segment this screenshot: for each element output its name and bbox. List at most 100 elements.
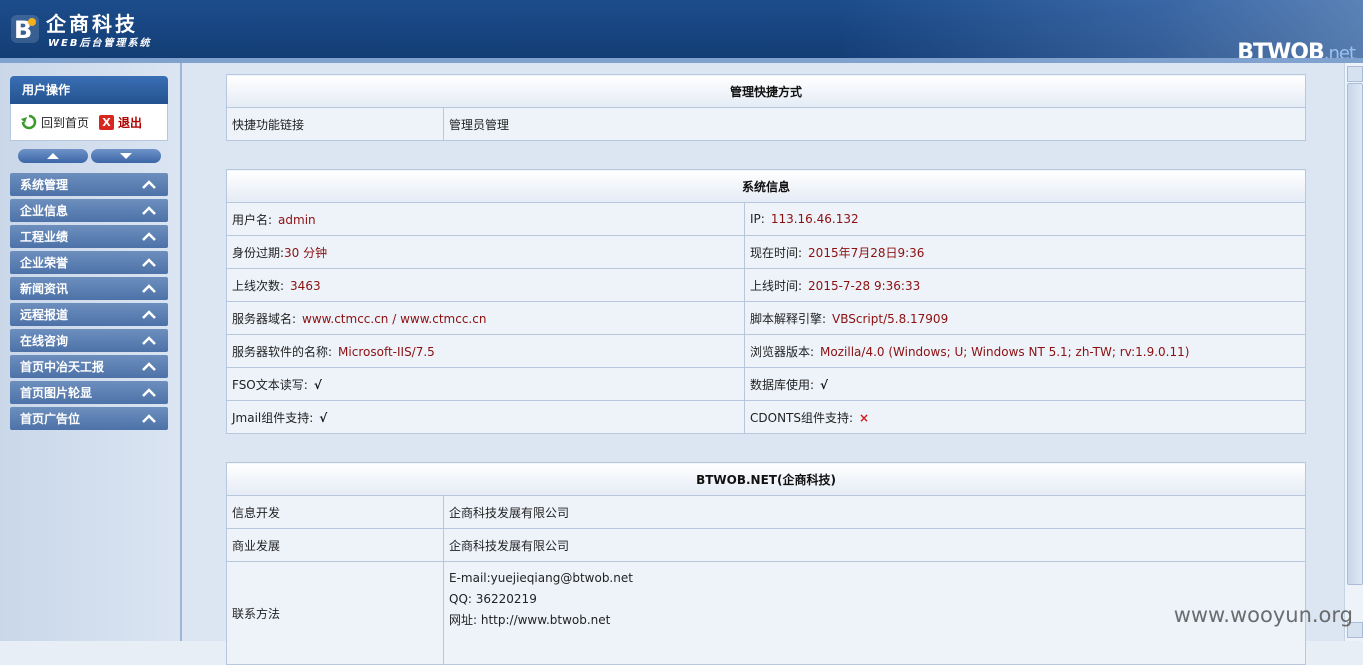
- info-label: Jmail组件支持:: [232, 410, 314, 425]
- info-label: CDONTS组件支持:: [750, 410, 854, 425]
- sidebar-item-label: 企业荣誉: [20, 256, 69, 270]
- about-label: 商业发展: [226, 528, 444, 562]
- page-header: B 企商科技 WEB后台管理系统 BTWOB.net: [0, 0, 1363, 63]
- scroll-up-button[interactable]: [18, 149, 88, 163]
- info-cell: 脚本解释引擎: VBScript/5.8.17909: [744, 301, 1306, 335]
- chevron-up-icon: [142, 258, 156, 267]
- login-count-value: 3463: [290, 278, 321, 293]
- chevron-up-icon: [142, 206, 156, 215]
- user-operations-body: 回到首页 X 退出: [10, 104, 168, 141]
- contact-email: E-mail:yuejieqiang@btwob.net: [449, 571, 633, 585]
- info-cell: 服务器软件的名称: Microsoft-IIS/7.5: [226, 334, 745, 368]
- login-time-value: 2015-7-28 9:36:33: [808, 278, 921, 293]
- chevron-up-icon: [142, 414, 156, 423]
- info-cell: 上线时间: 2015-7-28 9:36:33: [744, 268, 1306, 302]
- info-label: 上线时间:: [750, 278, 803, 293]
- check-icon: √: [319, 410, 328, 425]
- info-cell: 现在时间: 2015年7月28日9:36: [744, 235, 1306, 269]
- sidebar-item-label: 在线咨询: [20, 334, 69, 348]
- sidebar-item-label: 企业信息: [20, 204, 69, 218]
- info-cell: CDONTS组件支持: ×: [744, 400, 1306, 434]
- app-subtitle: WEB后台管理系统: [48, 38, 152, 49]
- sidebar-item-projects[interactable]: 工程业绩: [10, 225, 168, 248]
- home-button[interactable]: 回到首页: [21, 114, 89, 131]
- sidebar-item-label: 系统管理: [20, 178, 69, 192]
- table-row: 上线次数: 3463 上线时间: 2015-7-28 9:36:33: [226, 268, 1306, 302]
- info-cell: 用户名: admin: [226, 202, 745, 236]
- user-operations-title: 用户操作: [10, 76, 168, 104]
- sidebar-item-homepage-news[interactable]: 首页中冶天工报: [10, 355, 168, 378]
- sidebar-item-carousel[interactable]: 首页图片轮显: [10, 381, 168, 404]
- sidebar-item-label: 首页中冶天工报: [20, 360, 105, 374]
- about-table: BTWOB.NET(企商科技) 信息开发 企商科技发展有限公司 商业发展 企商科…: [226, 462, 1306, 665]
- table-row: 服务器域名: www.ctmcc.cn / www.ctmcc.cn 脚本解释引擎…: [226, 301, 1306, 335]
- scrollbar-thumb[interactable]: [1347, 83, 1363, 585]
- app-title: 企商科技: [46, 12, 138, 36]
- admin-manage-link[interactable]: 管理员管理: [443, 107, 1306, 141]
- info-cell: 服务器域名: www.ctmcc.cn / www.ctmcc.cn: [226, 301, 745, 335]
- sidebar-item-system[interactable]: 系统管理: [10, 173, 168, 196]
- chevron-up-icon: [142, 284, 156, 293]
- scrollbar-up-arrow[interactable]: [1347, 66, 1363, 82]
- sidebar-menu: 系统管理 企业信息 工程业绩 企业荣誉 新闻资讯 远程报道 在线咨询 首页中冶天…: [10, 173, 168, 433]
- sidebar: 用户操作 回到首页 X 退出 系统管理 企业信息 工程业绩 企业荣誉 新闻资讯 …: [0, 63, 182, 641]
- chevron-up-icon: [142, 388, 156, 397]
- about-title: BTWOB.NET(企商科技): [226, 462, 1306, 496]
- about-label: 信息开发: [226, 495, 444, 529]
- chevron-up-icon: [142, 232, 156, 241]
- sidebar-item-company[interactable]: 企业信息: [10, 199, 168, 222]
- scroll-down-button[interactable]: [91, 149, 161, 163]
- about-value: 企商科技发展有限公司: [443, 495, 1306, 529]
- system-info-table: 系统信息 用户名: admin IP: 113.16.46.132 身份过期:30 …: [226, 169, 1306, 434]
- sidebar-item-news[interactable]: 新闻资讯: [10, 277, 168, 300]
- contact-website: 网址: http://www.btwob.net: [449, 613, 611, 627]
- script-engine-value: VBScript/5.8.17909: [832, 311, 949, 326]
- browser-version-value: Mozilla/4.0 (Windows; U; Windows NT 5.1;…: [820, 344, 1190, 359]
- system-info-title: 系统信息: [226, 169, 1306, 203]
- close-icon: X: [99, 114, 115, 130]
- chevron-up-icon: [142, 180, 156, 189]
- info-label: 脚本解释引擎:: [750, 311, 827, 326]
- info-label: IP:: [750, 212, 765, 226]
- username-value: admin: [278, 212, 316, 227]
- info-label: 服务器软件的名称:: [232, 344, 333, 359]
- current-time-value: 2015年7月28日9:36: [808, 245, 925, 260]
- sidebar-item-label: 新闻资讯: [20, 282, 69, 296]
- info-cell: IP: 113.16.46.132: [744, 202, 1306, 236]
- sidebar-item-ads[interactable]: 首页广告位: [10, 407, 168, 430]
- chevron-up-icon: [142, 336, 156, 345]
- table-row: 信息开发 企商科技发展有限公司: [226, 495, 1306, 529]
- sidebar-item-honors[interactable]: 企业荣誉: [10, 251, 168, 274]
- info-cell: 身份过期:30 分钟: [226, 235, 745, 269]
- info-label: 现在时间:: [750, 245, 803, 260]
- vertical-scrollbar[interactable]: [1344, 63, 1363, 641]
- exit-button[interactable]: X 退出: [99, 114, 142, 131]
- quick-links-title: 管理快捷方式: [226, 74, 1306, 108]
- quick-links-table: 管理快捷方式 快捷功能链接 管理员管理: [226, 74, 1306, 141]
- menu-scroll-controls: [18, 149, 161, 163]
- arrow-up-icon: [47, 153, 59, 159]
- chevron-up-icon: [142, 362, 156, 371]
- chevron-up-icon: [142, 310, 156, 319]
- ip-value: 113.16.46.132: [770, 212, 859, 226]
- server-software-value: Microsoft-IIS/7.5: [338, 344, 435, 359]
- info-cell: FSO文本读写: √: [226, 367, 745, 401]
- watermark: www.wooyun.org: [1173, 603, 1353, 627]
- sidebar-item-label: 首页图片轮显: [20, 386, 93, 400]
- sidebar-item-consult[interactable]: 在线咨询: [10, 329, 168, 352]
- info-cell: 上线次数: 3463: [226, 268, 745, 302]
- home-button-label: 回到首页: [41, 115, 90, 130]
- about-label: 联系方法: [226, 561, 444, 665]
- table-row: 身份过期:30 分钟 现在时间: 2015年7月28日9:36: [226, 235, 1306, 269]
- user-operations-box: 用户操作 回到首页 X 退出: [10, 76, 168, 142]
- table-row: 联系方法 E-mail:yuejieqiang@btwob.net QQ: 36…: [226, 561, 1306, 665]
- contact-qq: QQ: 36220219: [449, 592, 537, 606]
- check-icon: √: [313, 377, 322, 392]
- server-domain-value: www.ctmcc.cn / www.ctmcc.cn: [302, 311, 487, 326]
- info-label: 浏览器版本:: [750, 344, 815, 359]
- table-row: FSO文本读写: √ 数据库使用: √: [226, 367, 1306, 401]
- info-label: 数据库使用:: [750, 377, 815, 392]
- sidebar-item-reports[interactable]: 远程报道: [10, 303, 168, 326]
- arrow-down-icon: [120, 153, 132, 159]
- info-label: 上线次数:: [232, 278, 285, 293]
